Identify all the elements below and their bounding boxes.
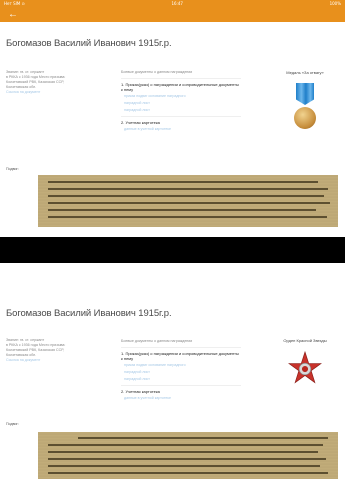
person-info: Звание: гв. ст. сержант в РККА с 1936 го… bbox=[6, 338, 106, 363]
scan-text-line bbox=[48, 188, 328, 190]
award-sheet-link[interactable]: наградной лист bbox=[121, 101, 241, 106]
order-section-title: 1. Приказ(указ) о награждении и сопровод… bbox=[121, 82, 239, 92]
card-index-section-title: 2. Учетная картотека bbox=[121, 120, 160, 125]
person-info: Звание: гв. ст. сержант в РККА с 1936 го… bbox=[6, 70, 106, 95]
red-star-shape bbox=[288, 351, 322, 384]
record-title: Богомазов Василий Иванович 1915г.р. bbox=[6, 308, 172, 319]
status-battery: 100% bbox=[329, 1, 341, 6]
medal-ribbon bbox=[296, 83, 314, 105]
documents-heading: Боевые документы о данном награждении bbox=[121, 70, 193, 74]
status-time: 16:47 bbox=[171, 1, 183, 6]
document-link[interactable]: Ссылка на документ bbox=[6, 90, 106, 95]
award-title: Медаль «За отвагу» bbox=[286, 70, 324, 75]
scan-text-line bbox=[48, 202, 330, 204]
card-index-link[interactable]: данные в учетной картотеке bbox=[121, 396, 241, 401]
scan-text-line bbox=[48, 451, 318, 453]
scan-text-line bbox=[48, 458, 326, 460]
award-panel: Медаль «За отвагу» bbox=[270, 70, 340, 143]
card-index-section-title: 2. Учетная картотека bbox=[121, 389, 160, 394]
award-documents: Боевые документы о данном награждении 1.… bbox=[121, 70, 241, 132]
award-sheet-link[interactable]: наградной лист bbox=[121, 377, 241, 382]
award-sheet-link[interactable]: наградной лист bbox=[121, 108, 241, 113]
divider bbox=[121, 347, 241, 348]
award-sheet-link[interactable]: наградной лист bbox=[121, 370, 241, 375]
award-record-card: Богомазов Василий Иванович 1915г.р. Зван… bbox=[0, 22, 345, 262]
scan-text-line bbox=[48, 472, 328, 474]
award-panel: Орден Красной Звезды bbox=[270, 338, 340, 385]
scan-text-line bbox=[48, 209, 316, 211]
document-link[interactable]: Ссылка на документ bbox=[6, 358, 106, 363]
order-section-title: 1. Приказ(указ) о награждении и сопровод… bbox=[121, 351, 239, 361]
medal-disc bbox=[294, 107, 316, 129]
document-label: Подвиг: bbox=[6, 167, 19, 171]
scan-text-line bbox=[48, 181, 318, 183]
scan-text-line bbox=[78, 437, 328, 439]
red-star-order-icon[interactable] bbox=[288, 351, 322, 385]
back-arrow-icon[interactable]: ← bbox=[8, 9, 18, 21]
divider bbox=[121, 385, 241, 386]
status-carrier: Нет SIM ⊙ bbox=[4, 1, 25, 6]
order-link[interactable]: приказ подвиг основание наградного bbox=[121, 363, 241, 368]
document-label: Подвиг: bbox=[6, 422, 19, 426]
divider bbox=[121, 78, 241, 79]
scan-text-line bbox=[48, 195, 324, 197]
award-title: Орден Красной Звезды bbox=[283, 338, 327, 343]
app-bar: ← bbox=[0, 8, 345, 22]
award-document-scan[interactable] bbox=[38, 175, 338, 227]
award-document-scan[interactable] bbox=[38, 432, 338, 479]
documents-heading: Боевые документы о данном награждении bbox=[121, 339, 193, 343]
black-band bbox=[0, 237, 345, 263]
medal-icon[interactable] bbox=[291, 83, 319, 143]
award-documents: Боевые документы о данном награждении 1.… bbox=[121, 339, 241, 401]
record-title: Богомазов Василий Иванович 1915г.р. bbox=[6, 38, 172, 49]
order-link[interactable]: приказ подвиг основание наградного bbox=[121, 94, 241, 99]
award-record-card: Богомазов Василий Иванович 1915г.р. Зван… bbox=[0, 294, 345, 479]
scan-text-line bbox=[48, 465, 320, 467]
card-index-link[interactable]: данные в учетной картотеке bbox=[121, 127, 241, 132]
divider bbox=[121, 116, 241, 117]
status-bar: Нет SIM ⊙ 16:47 100% bbox=[0, 0, 345, 8]
scan-text-line bbox=[48, 216, 327, 218]
scan-text-line bbox=[48, 444, 323, 446]
